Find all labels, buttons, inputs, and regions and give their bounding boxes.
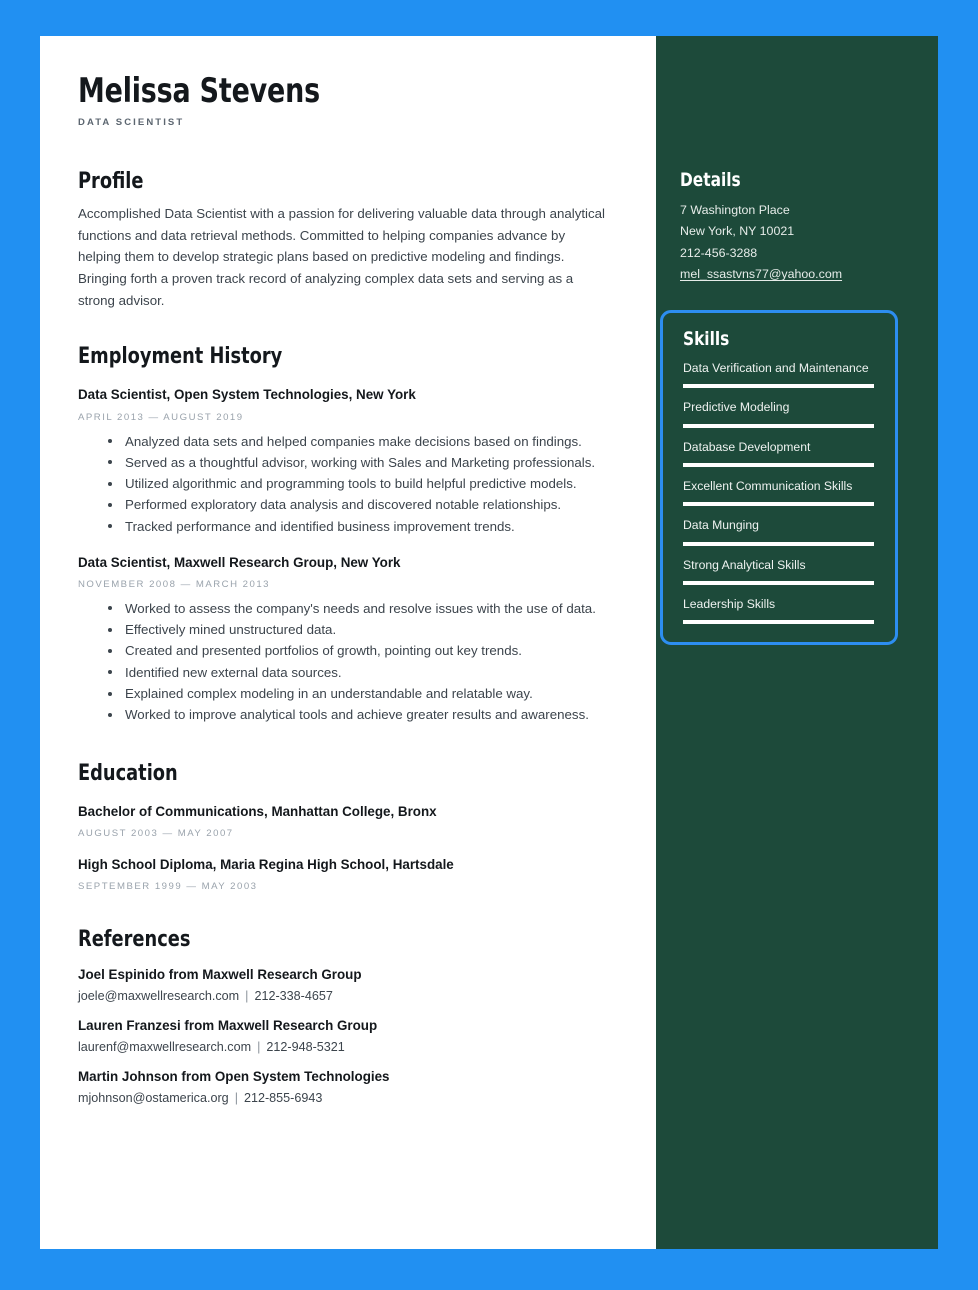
reference-name: Joel Espinido from Maxwell Research Grou… (78, 967, 362, 983)
skill-item: Leadership Skills (683, 596, 874, 625)
education-entry-title: Bachelor of Communications, Manhattan Co… (78, 803, 437, 819)
skill-label: Excellent Communication Skills (683, 478, 853, 493)
reference-entry: Martin Johnson from Open System Technolo… (78, 1069, 616, 1105)
references-section: References Joel Espinido from Maxwell Re… (78, 926, 616, 1105)
skills-card[interactable]: Skills Data Verification and Maintenance… (660, 310, 898, 646)
employment-heading: Employment History (78, 344, 283, 370)
bullet-item: Served as a thoughtful advisor, working … (108, 452, 616, 473)
details-address-line-1: 7 Washington Place (680, 202, 790, 217)
resume-main-column: Melissa Stevens DATA SCIENTIST Profile A… (40, 36, 656, 1249)
bullet-item: Tracked performance and identified busin… (108, 516, 616, 537)
reference-contact: laurenf@maxwellresearch.com | 212-948-5321 (78, 1040, 616, 1054)
reference-phone: 212-948-5321 (266, 1040, 345, 1055)
skills-list: Data Verification and Maintenance Predic… (683, 360, 874, 625)
profile-body: Accomplished Data Scientist with a passi… (78, 205, 605, 308)
education-section: Education Bachelor of Communications, Ma… (78, 760, 616, 892)
bullet-item: Utilized algorithmic and programming too… (108, 473, 616, 494)
skill-item: Database Development (683, 439, 874, 467)
profile-section: Profile Accomplished Data Scientist with… (78, 168, 616, 312)
employment-entry-title: Data Scientist, Open System Technologies… (78, 387, 416, 403)
skill-level-bar (683, 541, 874, 546)
employment-entry-bullets: Worked to assess the company's needs and… (108, 598, 616, 726)
details-section: Details 7 Washington Place New York, NY … (680, 36, 914, 286)
reference-email: mjohnson@ostamerica.org (78, 1091, 229, 1106)
details-address-line-2: New York, NY 10021 (680, 224, 795, 239)
employment-entry-title: Data Scientist, Maxwell Research Group, … (78, 554, 401, 570)
resume-sidebar: Details 7 Washington Place New York, NY … (656, 36, 938, 1249)
reference-phone: 212-338-4657 (254, 989, 333, 1004)
reference-entry: Lauren Franzesi from Maxwell Research Gr… (78, 1018, 616, 1054)
education-entry: Bachelor of Communications, Manhattan Co… (78, 803, 616, 839)
employment-section: Employment History Data Scientist, Open … (78, 345, 616, 725)
employment-entry-bullets: Analyzed data sets and helped companies … (108, 431, 616, 537)
reference-phone: 212-855-6943 (243, 1091, 323, 1106)
skill-label: Strong Analytical Skills (683, 557, 806, 572)
skill-level-bar (683, 384, 874, 389)
profile-heading: Profile (78, 168, 144, 194)
reference-separator: | (234, 1091, 238, 1106)
reference-email: laurenf@maxwellresearch.com (78, 1040, 252, 1055)
reference-separator: | (257, 1040, 261, 1055)
skill-label: Data Verification and Maintenance (683, 360, 869, 375)
skill-item: Data Verification and Maintenance (683, 360, 874, 389)
employment-entry-dates: NOVEMBER 2008 — MARCH 2013 (78, 578, 271, 590)
bullet-item: Worked to improve analytical tools and a… (108, 704, 616, 725)
reference-contact: joele@maxwellresearch.com | 212-338-4657 (78, 989, 616, 1003)
bullet-item: Created and presented portfolios of grow… (108, 640, 616, 661)
reference-entry: Joel Espinido from Maxwell Research Grou… (78, 967, 616, 1003)
name-header: Melissa Stevens DATA SCIENTIST (78, 71, 616, 128)
references-heading: References (78, 926, 191, 952)
skill-label: Database Development (683, 439, 811, 454)
reference-separator: | (245, 989, 249, 1004)
reference-name: Martin Johnson from Open System Technolo… (78, 1069, 390, 1085)
details-email-link[interactable]: mel_ssastvns77@yahoo.com (680, 264, 914, 285)
bullet-item: Explained complex modeling in an underst… (108, 683, 616, 704)
details-heading: Details (680, 169, 741, 191)
skill-level-bar (683, 502, 874, 507)
skill-label: Leadership Skills (683, 596, 776, 611)
bullet-item: Worked to assess the company's needs and… (108, 598, 616, 619)
resume-page: Melissa Stevens DATA SCIENTIST Profile A… (40, 36, 938, 1249)
bullet-item: Performed exploratory data analysis and … (108, 494, 616, 515)
skill-level-bar (683, 620, 874, 625)
bullet-item: Effectively mined unstructured data. (108, 619, 616, 640)
employment-entry: Data Scientist, Open System Technologies… (78, 386, 616, 536)
candidate-job-title: DATA SCIENTIST (78, 116, 185, 128)
reference-name: Lauren Franzesi from Maxwell Research Gr… (78, 1018, 378, 1034)
skill-item: Excellent Communication Skills (683, 478, 874, 507)
skill-level-bar (683, 423, 874, 428)
education-entry-dates: SEPTEMBER 1999 — MAY 2003 (78, 880, 258, 892)
skill-item: Data Munging (683, 517, 874, 546)
employment-entry-dates: APRIL 2013 — AUGUST 2019 (78, 411, 244, 423)
education-heading: Education (78, 760, 178, 786)
details-lines: 7 Washington Place New York, NY 10021 21… (680, 200, 914, 286)
skill-label: Predictive Modeling (683, 400, 790, 415)
skill-level-bar (683, 580, 874, 585)
skill-item: Predictive Modeling (683, 399, 874, 428)
bullet-item: Analyzed data sets and helped companies … (108, 431, 616, 452)
skill-item: Strong Analytical Skills (683, 557, 874, 585)
education-entry-dates: AUGUST 2003 — MAY 2007 (78, 827, 234, 839)
skills-heading: Skills (683, 328, 730, 350)
education-entry: High School Diploma, Maria Regina High S… (78, 856, 616, 892)
employment-entry: Data Scientist, Maxwell Research Group, … (78, 554, 616, 726)
reference-contact: mjohnson@ostamerica.org | 212-855-6943 (78, 1091, 616, 1105)
skill-label: Data Munging (683, 518, 759, 533)
details-phone: 212-456-3288 (680, 245, 758, 260)
reference-email: joele@maxwellresearch.com (78, 989, 240, 1004)
candidate-name: Melissa Stevens (78, 71, 320, 111)
bullet-item: Identified new external data sources. (108, 662, 616, 683)
skill-level-bar (683, 462, 874, 467)
education-entry-title: High School Diploma, Maria Regina High S… (78, 856, 454, 872)
